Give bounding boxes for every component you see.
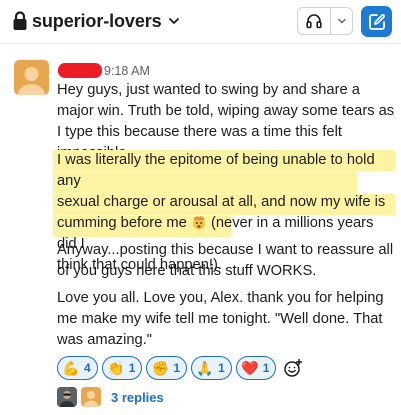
default-avatar-icon: [18, 67, 45, 95]
default-avatar-icon: [83, 391, 99, 407]
thread-replies-link[interactable]: 3 replies: [57, 386, 164, 408]
reactions-bar: 💪 4 👏 1 ✊ 1 🙏 1 ❤️ 1: [57, 356, 306, 380]
lock-icon: [13, 11, 27, 30]
raised-fist-emoji: ✊: [151, 360, 170, 376]
reaction-clapping-hands[interactable]: 👏 1: [101, 356, 143, 380]
reaction-raised-fist[interactable]: ✊ 1: [146, 356, 188, 380]
reaction-count: 1: [218, 361, 225, 375]
flexed-biceps-emoji: 💪: [62, 360, 80, 376]
highlighted-line: sexual charge or arousal at all, and now…: [57, 194, 386, 210]
message-timestamp[interactable]: 9:18 AM: [104, 64, 150, 78]
exploding-head-emoji: [192, 216, 205, 230]
reaction-red-heart[interactable]: ❤️ 1: [235, 356, 277, 380]
red-heart-emoji: ❤️: [241, 360, 259, 376]
replies-count: 3 replies: [111, 389, 164, 405]
reaction-flexed-biceps[interactable]: 💪 4: [57, 356, 98, 380]
channel-header: superior-lovers: [0, 0, 401, 44]
folded-hands-emoji: 🙏: [196, 360, 214, 376]
reaction-count: 1: [262, 361, 270, 375]
user-avatar[interactable]: [14, 60, 49, 95]
message-paragraph: Love you all. Love you, Alex. thank you …: [57, 290, 384, 348]
person-photo-icon: [57, 387, 77, 407]
new-message-button[interactable]: [361, 6, 392, 37]
huddle-options-button[interactable]: [331, 8, 352, 34]
huddle-control: [297, 7, 353, 35]
replier-avatar: [81, 387, 101, 407]
redacted-username: [58, 63, 102, 78]
channel-title-button[interactable]: superior-lovers: [12, 9, 181, 33]
replier-avatar: [57, 387, 77, 407]
add-reaction-button[interactable]: [280, 356, 306, 380]
chevron-down-icon: [337, 18, 346, 24]
message-paragraph: Anyway...posting this because I want to …: [57, 242, 394, 279]
headphones-icon: [306, 14, 322, 29]
compose-icon: [368, 13, 385, 30]
channel-name: superior-lovers: [32, 10, 162, 31]
reaction-folded-hands[interactable]: 🙏 1: [191, 356, 232, 380]
highlighted-line: I was literally the epitome of being una…: [57, 152, 375, 189]
chevron-down-icon: [168, 18, 179, 24]
reaction-count: 1: [173, 361, 181, 375]
reaction-count: 1: [128, 361, 136, 375]
reaction-count: 4: [84, 361, 91, 375]
highlighted-text: cumming before me: [57, 215, 187, 231]
clapping-hands-emoji: 👏: [106, 360, 125, 376]
huddle-button[interactable]: [298, 8, 331, 34]
add-emoji-icon: [284, 358, 303, 377]
